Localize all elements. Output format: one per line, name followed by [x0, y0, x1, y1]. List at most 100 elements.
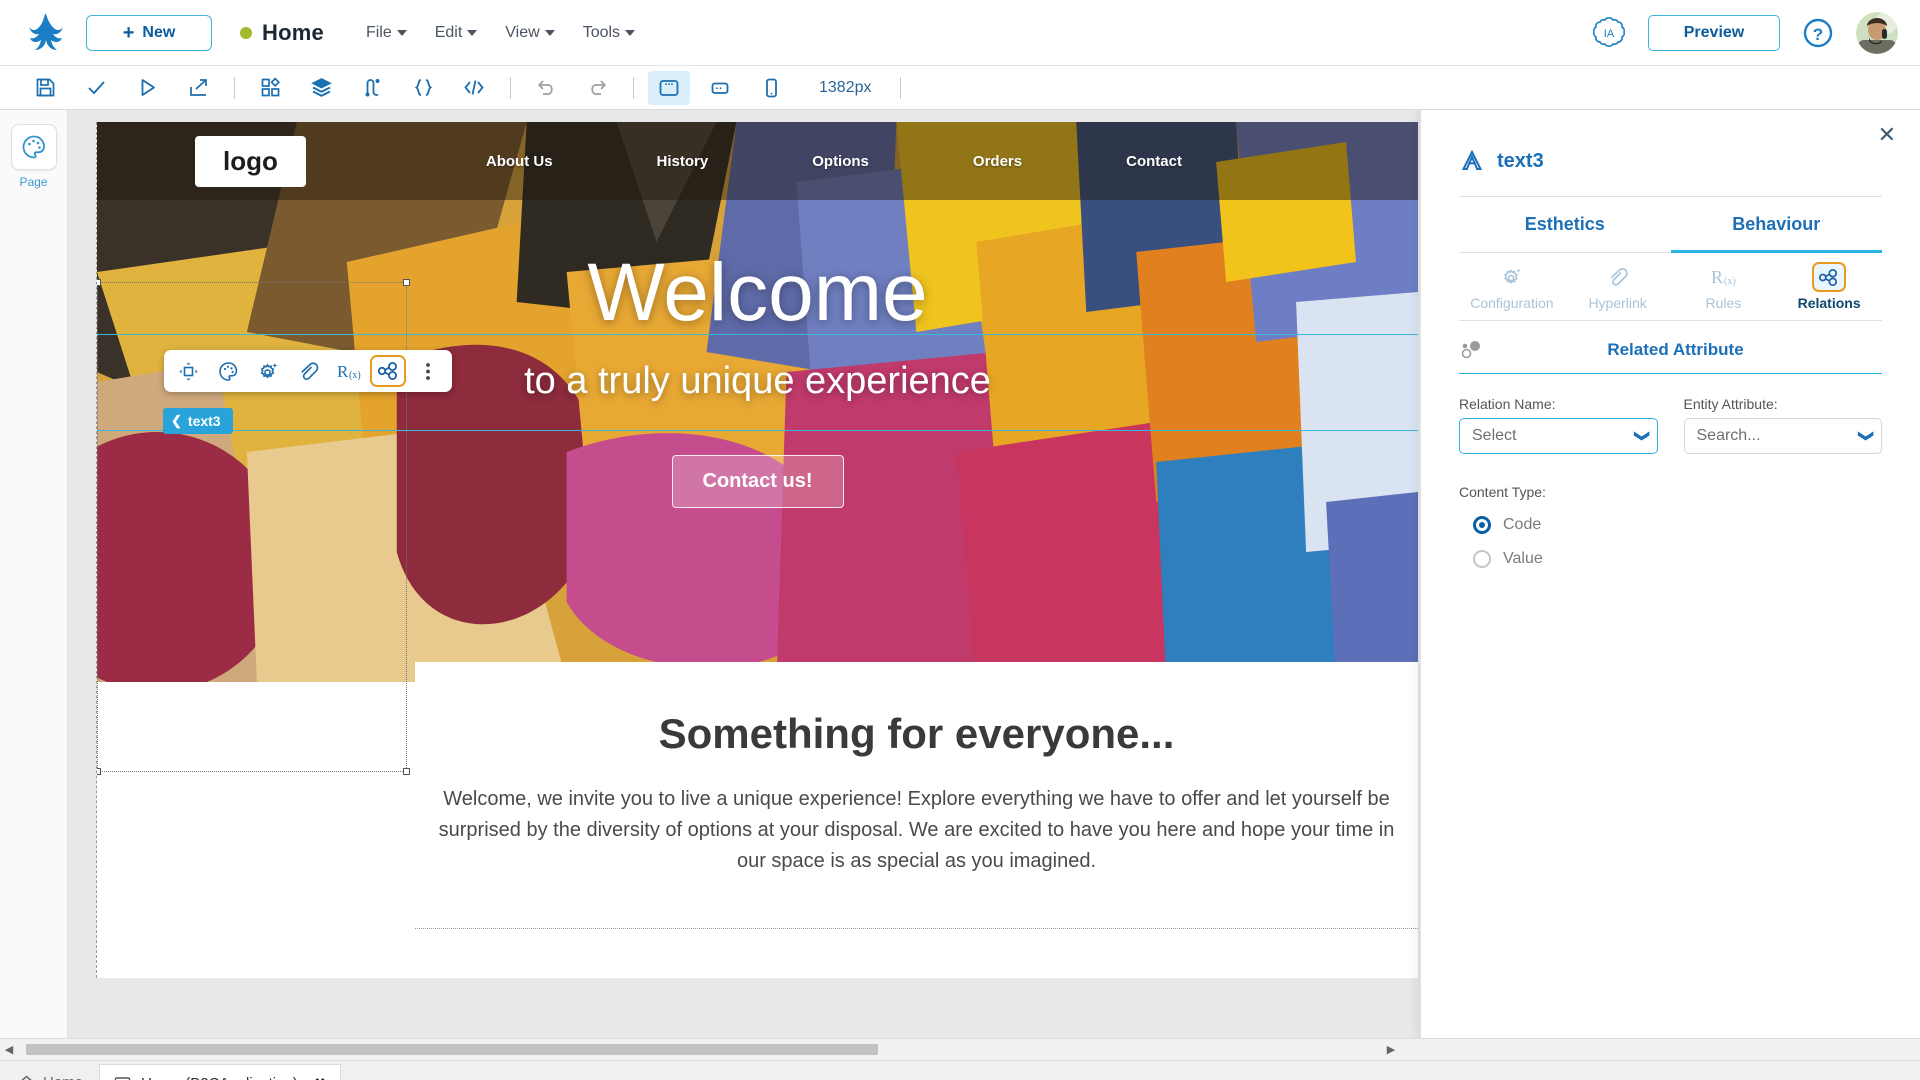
page-status: Home: [240, 20, 324, 46]
site-nav-links: About Us History Options Orders Contact: [434, 153, 1234, 170]
top-bar: + New Home File Edit View Tools IA Previ…: [0, 0, 1920, 66]
selection-tag-badge[interactable]: ❮ text3: [163, 408, 233, 434]
site-nav: logo About Us History Options Orders Con…: [97, 122, 1418, 200]
components-icon[interactable]: [249, 71, 291, 105]
subtab-hyperlink[interactable]: Hyperlink: [1565, 253, 1671, 320]
relations-icon: [1812, 262, 1847, 292]
hero-cta-button[interactable]: Contact us!: [671, 455, 844, 508]
bottom-tab-home-b2capplication[interactable]: Home (B2CApplication) ✖: [99, 1064, 342, 1080]
braces-icon[interactable]: [402, 71, 444, 105]
section-heading[interactable]: Something for everyone...: [415, 710, 1418, 758]
horizontal-scrollbar[interactable]: ◀ ▶: [0, 1038, 1920, 1060]
canvas-width-label: 1382px: [819, 78, 872, 96]
style-palette-icon[interactable]: [210, 355, 246, 387]
entity-attribute-select[interactable]: Search... ❮: [1683, 418, 1882, 454]
panel-header: text3: [1459, 110, 1882, 174]
save-icon[interactable]: [24, 71, 66, 105]
move-icon[interactable]: [170, 355, 206, 387]
desktop-icon[interactable]: [648, 70, 690, 105]
code-icon[interactable]: [453, 71, 495, 105]
relation-name-label: Relation Name:: [1459, 396, 1556, 412]
avatar[interactable]: [1856, 11, 1898, 54]
content-type-option-code[interactable]: Code: [1459, 516, 1882, 534]
content-type-option-value[interactable]: Value: [1459, 550, 1882, 568]
site-logo[interactable]: logo: [195, 135, 306, 187]
radio-code-label: Code: [1503, 516, 1542, 533]
layers-icon[interactable]: [300, 71, 342, 105]
status-dot: [240, 26, 252, 39]
subtab-relations[interactable]: Relations: [1776, 253, 1882, 320]
relation-name-select[interactable]: Select ❮: [1459, 418, 1658, 454]
subtab-rules[interactable]: R (x) Rules: [1671, 253, 1777, 320]
selection-tag-label: text3: [187, 413, 221, 429]
hyperlink-icon[interactable]: [290, 355, 326, 387]
radio-value[interactable]: [1473, 550, 1491, 568]
guide-line: [97, 430, 1418, 431]
bottom-tab-bar: Home Home (B2CApplication) ✖: [0, 1060, 1920, 1080]
tab-esthetics[interactable]: Esthetics: [1459, 197, 1671, 253]
properties-panel: ✕ text3 Esthetics Behaviour Configuratio…: [1420, 110, 1920, 1038]
subtab-configuration[interactable]: Configuration: [1459, 253, 1565, 320]
new-button[interactable]: + New: [86, 14, 212, 51]
scrollbar-thumb[interactable]: [26, 1044, 878, 1055]
toolbar-divider: [510, 76, 511, 99]
menu-tools[interactable]: Tools: [582, 23, 636, 42]
menu-view[interactable]: View: [505, 23, 555, 42]
close-icon[interactable]: ✕: [1878, 124, 1896, 146]
menu-edit[interactable]: Edit: [435, 24, 478, 42]
question-circle-icon[interactable]: ?: [1802, 17, 1834, 49]
rules-icon: R (x): [1671, 263, 1777, 291]
relations-icon[interactable]: [370, 355, 406, 387]
chevron-down-icon: [467, 29, 478, 36]
page-icon: [114, 1076, 131, 1080]
page-palette-button[interactable]: [10, 124, 57, 170]
publish-icon[interactable]: [177, 71, 219, 105]
hero-heading[interactable]: Welcome: [97, 252, 1418, 334]
svg-text:?: ?: [1813, 25, 1823, 44]
play-icon[interactable]: [126, 71, 168, 105]
relations-icon-wrapper: [1776, 262, 1882, 292]
frog-logo-icon[interactable]: [22, 12, 68, 54]
radio-value-label: Value: [1503, 550, 1543, 567]
section-paragraph[interactable]: Welcome, we invite you to live a unique …: [422, 784, 1412, 877]
menu-view-label: View: [505, 23, 540, 41]
flow-icon[interactable]: [351, 71, 393, 105]
home-icon: [20, 1075, 33, 1080]
nav-link-history[interactable]: History: [605, 153, 761, 170]
top-bar-right: IA Preview ?: [1592, 11, 1898, 54]
chevron-down-icon: [544, 29, 555, 36]
rules-icon[interactable]: R (x): [330, 355, 366, 387]
canvas-area: logo About Us History Options Orders Con…: [68, 110, 1920, 1038]
svg-text:R: R: [1711, 267, 1723, 287]
nav-link-options[interactable]: Options: [760, 153, 921, 170]
menu-file[interactable]: File: [366, 24, 407, 42]
mobile-icon[interactable]: [750, 71, 792, 105]
radio-code[interactable]: [1473, 516, 1491, 534]
nav-link-about-us[interactable]: About Us: [434, 153, 605, 170]
secondary-toolbar: 1382px: [0, 66, 1920, 110]
redo-icon[interactable]: [576, 71, 618, 105]
preview-button-label: Preview: [1683, 23, 1745, 41]
settings-icon[interactable]: [250, 355, 286, 387]
relations-icon: [1461, 341, 1480, 359]
preview-button[interactable]: Preview: [1648, 14, 1780, 51]
page-title: Home: [262, 19, 324, 45]
scroll-right-arrow[interactable]: ▶: [1382, 1043, 1400, 1056]
bottom-home-button[interactable]: Home: [10, 1074, 99, 1080]
nav-link-contact[interactable]: Contact: [1074, 153, 1234, 170]
scroll-left-arrow[interactable]: ◀: [0, 1043, 18, 1056]
tablet-icon[interactable]: [699, 71, 741, 105]
relation-name-value: Select: [1472, 427, 1517, 444]
guide-line: [97, 334, 1418, 335]
close-icon[interactable]: ✖: [314, 1075, 327, 1080]
scrollbar-track[interactable]: [18, 1039, 1382, 1060]
ia-badge-icon[interactable]: IA: [1592, 16, 1626, 50]
tab-behaviour[interactable]: Behaviour: [1670, 197, 1882, 253]
element-floating-toolbar: R (x): [164, 350, 452, 392]
more-options-icon[interactable]: [410, 355, 446, 387]
check-icon[interactable]: [75, 71, 117, 105]
undo-icon[interactable]: [525, 71, 567, 105]
nav-link-orders[interactable]: Orders: [921, 153, 1074, 170]
relation-fields-row: Relation Name: Select ❮ Entity Attribute…: [1459, 396, 1882, 454]
menu-tools-label: Tools: [582, 23, 621, 41]
